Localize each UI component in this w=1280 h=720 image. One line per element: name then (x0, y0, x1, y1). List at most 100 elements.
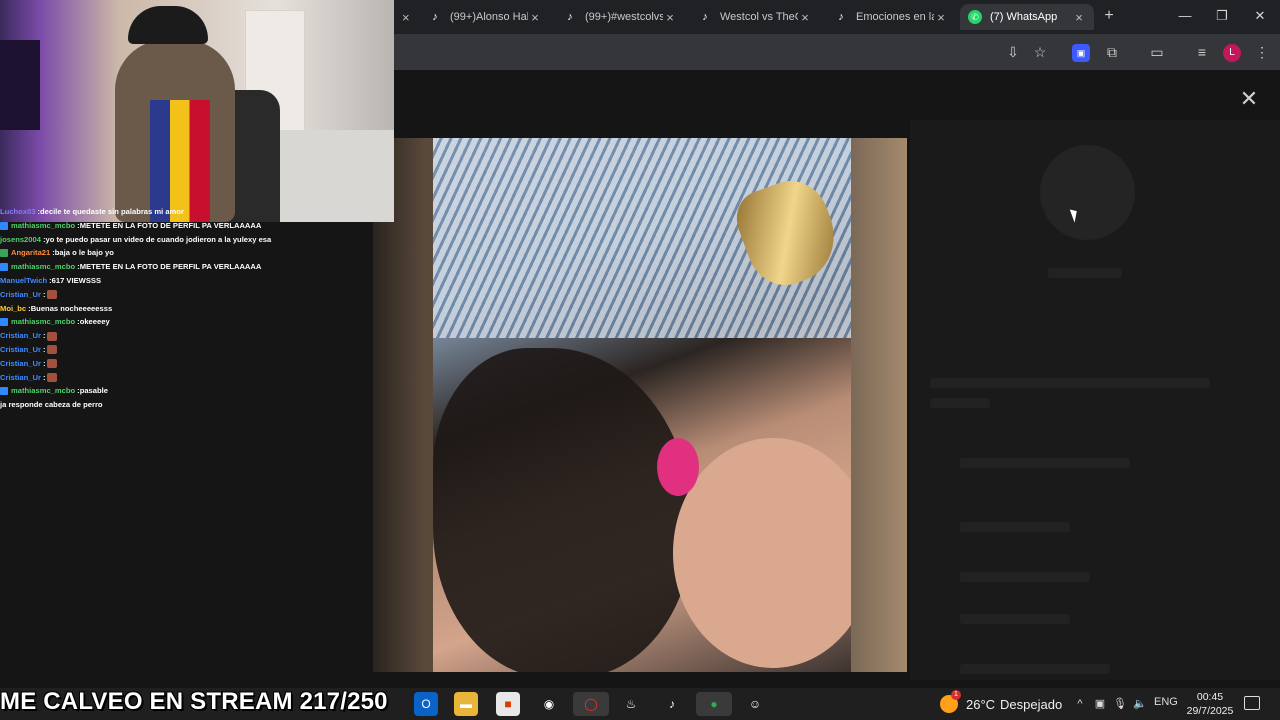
store-icon[interactable]: ■ (496, 692, 520, 716)
subscriber-badge-icon (0, 221, 8, 230)
tab-title: Emociones en la (856, 11, 934, 23)
extensions-puzzle-icon[interactable]: ⧉ (1102, 42, 1122, 62)
viewer-close-icon[interactable]: ✕ (1238, 88, 1260, 110)
tab-close-icon[interactable]: × (934, 10, 948, 25)
chat-username[interactable]: Cristian_Ur (0, 371, 41, 385)
background-text (930, 378, 1210, 388)
tab-close-icon[interactable]: × (1072, 10, 1086, 25)
chat-emote-icon (47, 290, 58, 300)
screen: × ♪ (99+)Alonso Hab × ♪ (99+)#westcolvs … (0, 0, 1280, 720)
tray-volume-icon[interactable]: 🔈 (1131, 696, 1149, 712)
opera-icon[interactable]: ◯ (573, 692, 609, 716)
cam-cap (128, 6, 208, 44)
steam-icon[interactable]: ♨ (619, 692, 643, 716)
new-tab-button[interactable]: + (1100, 7, 1118, 25)
photo-face (673, 438, 851, 668)
chat-message: Luchox03: decile te quedaste sin palabra… (0, 205, 300, 219)
taskbar-clock[interactable]: 00:45 29/7/2025 (1182, 690, 1238, 718)
tab-close-icon[interactable]: × (798, 10, 812, 25)
minimize-button[interactable]: — (1173, 6, 1197, 26)
chat-separator: : (42, 344, 46, 354)
chat-text: decile te quedaste sin palabras mi amor (39, 207, 184, 216)
chat-text: METETE EN LA FOTO DE PERFIL PA VERLAAAAA (79, 262, 262, 272)
tab-whatsapp[interactable]: ✆ (7) WhatsApp × (960, 4, 1094, 30)
background-text (960, 572, 1090, 582)
profile-avatar[interactable]: L (1223, 44, 1241, 62)
chat-username[interactable]: mathiasmc_mcbo (11, 260, 75, 274)
cast-icon[interactable]: ▭ (1147, 42, 1167, 62)
background-text (960, 522, 1070, 532)
chat-message: ja responde cabeza de perro (0, 398, 300, 412)
install-app-icon[interactable]: ⇩ (1003, 42, 1023, 62)
chat-separator: : (42, 358, 46, 368)
chat-message: Cristian_Ur: (0, 371, 300, 385)
chat-message: mathiasmc_mcbo: METETE EN LA FOTO DE PER… (0, 260, 300, 274)
tray-camera-icon[interactable]: ▣ (1091, 696, 1109, 712)
chrome-icon[interactable]: ● (696, 692, 732, 716)
background-text (960, 664, 1110, 674)
extension-icon[interactable]: ▣ (1072, 44, 1090, 62)
cam-flag (150, 100, 210, 222)
chat-username[interactable]: Moi_bc (0, 302, 26, 316)
weather-widget[interactable]: 26°C Despejado (940, 690, 1062, 714)
chat-username[interactable]: Cristian_Ur (0, 288, 41, 302)
background-text (930, 398, 990, 408)
file-explorer-icon[interactable]: ▬ (454, 692, 478, 716)
chat-username[interactable]: Cristian_Ur (0, 329, 41, 343)
tiktok-icon: ♪ (567, 11, 573, 23)
chat-username[interactable]: mathiasmc_mcbo (11, 384, 75, 398)
chat-username[interactable]: mathiasmc_mcbo (11, 315, 75, 329)
chat-text: Buenas nocheeeeesss (30, 303, 113, 313)
chat-username[interactable]: josens2004 (0, 233, 41, 247)
chat-text: yo te puedo pasar un video de cuando jod… (45, 234, 272, 244)
tab-emociones[interactable]: ♪ Emociones en la × (826, 4, 956, 30)
media-control-icon[interactable]: ≡ (1192, 42, 1212, 62)
bookmark-star-icon[interactable]: ☆ (1030, 42, 1050, 62)
chat-username[interactable]: Angarita21 (11, 246, 50, 260)
chat-username[interactable]: Luchox03 (0, 205, 35, 219)
subscriber-badge-icon (0, 318, 8, 327)
photo-lips (657, 438, 699, 496)
whatsapp-icon: ✆ (968, 10, 982, 24)
chat-message: josens2004: yo te puedo pasar un video d… (0, 233, 300, 247)
tab-westcol-vs[interactable]: ♪ Westcol vs TheGr × (690, 4, 820, 30)
chat-username[interactable]: mathiasmc_mcbo (11, 219, 75, 233)
chat-text: METETE EN LA FOTO DE PERFIL PA VERLAAAAA (79, 220, 262, 230)
chat-emote-icon (47, 345, 58, 355)
chat-username[interactable]: ManuelTwich (0, 274, 47, 288)
tab-close-icon[interactable]: × (402, 10, 410, 25)
chat-emote-icon (47, 359, 58, 369)
tiktok-app-icon[interactable]: ♪ (660, 692, 684, 716)
clock-time: 00:45 (1196, 691, 1224, 703)
chat-message: mathiasmc_mcbo: METETE EN LA FOTO DE PER… (0, 219, 300, 233)
obs-icon[interactable]: ◉ (537, 692, 561, 716)
photo-hair (433, 348, 693, 672)
tab-partial[interactable]: × (394, 4, 414, 30)
stream-facecam (0, 0, 394, 222)
chat-message: Angarita21: baja o le bajo yo (0, 246, 300, 260)
chat-separator: : (42, 331, 46, 341)
chat-username[interactable]: Cristian_Ur (0, 357, 41, 371)
chat-message: Cristian_Ur: (0, 357, 300, 371)
vip-badge-icon (0, 249, 8, 258)
chat-message: mathiasmc_mcbo: okeeeey (0, 315, 300, 329)
tab-westcolvs[interactable]: ♪ (99+)#westcolvs × (555, 4, 685, 30)
chat-message: Cristian_Ur: (0, 343, 300, 357)
tab-alonso[interactable]: ♪ (99+)Alonso Hab × (420, 4, 550, 30)
chat-emote-icon (47, 331, 58, 341)
discord-icon[interactable]: ☺ (743, 692, 767, 716)
background-text (960, 614, 1070, 624)
tray-chevron-icon[interactable]: ^ (1071, 696, 1089, 712)
window-close-button[interactable]: ✕ (1248, 6, 1272, 26)
language-indicator[interactable]: ENG (1154, 696, 1178, 708)
menu-kebab-icon[interactable]: ⋮ (1252, 42, 1272, 62)
tray-mic-icon[interactable]: 🎙 (1111, 696, 1129, 712)
outlook-icon[interactable]: O (414, 692, 438, 716)
tab-close-icon[interactable]: × (663, 10, 677, 25)
notification-icon[interactable] (1244, 696, 1260, 710)
tab-close-icon[interactable]: × (528, 10, 542, 25)
chat-message: ManuelTwich: 617 VIEWSSS (0, 274, 300, 288)
chat-username[interactable]: Cristian_Ur (0, 343, 41, 357)
chat-message: Moi_bc: Buenas nocheeeeesss (0, 302, 300, 316)
restore-button[interactable]: ❐ (1210, 6, 1234, 26)
